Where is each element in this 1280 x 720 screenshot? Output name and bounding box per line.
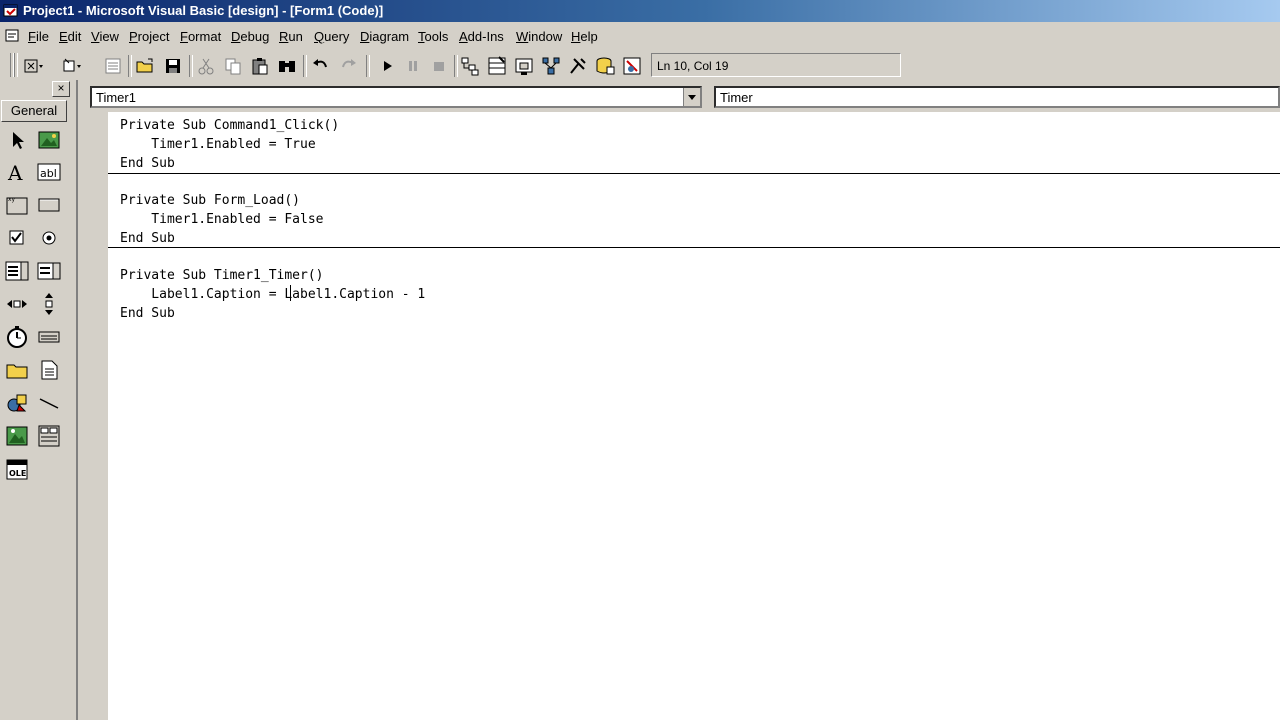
svg-text:abl: abl xyxy=(40,167,57,180)
menu-editor-icon[interactable] xyxy=(102,55,124,77)
svg-text:OLE: OLE xyxy=(9,469,26,478)
checkbox-tool-icon[interactable] xyxy=(5,226,29,250)
open-project-icon[interactable] xyxy=(134,55,156,77)
toolbar-separator xyxy=(128,55,132,77)
title-bar: Project1 - Microsoft Visual Basic [desig… xyxy=(0,0,1280,22)
menu-format[interactable]: Format xyxy=(178,28,223,45)
object-browser-icon[interactable] xyxy=(540,55,562,77)
paste-icon[interactable] xyxy=(249,55,271,77)
object-dropdown[interactable]: Timer1 xyxy=(90,86,702,108)
code-window-icon[interactable] xyxy=(4,28,20,44)
code-margin[interactable] xyxy=(80,112,109,720)
procedure-separator xyxy=(108,173,1280,174)
toolbox-general-tab[interactable]: General xyxy=(1,100,67,122)
menu-add-ins[interactable]: Add-Ins xyxy=(457,28,506,45)
frame-tool-icon[interactable]: xy xyxy=(5,193,29,217)
pointer-tool-icon[interactable] xyxy=(5,128,29,152)
toolbar-separator xyxy=(303,55,307,77)
vscrollbar-tool-icon[interactable] xyxy=(37,292,61,316)
code-line[interactable]: Label1.Caption = Label1.Caption - 1 xyxy=(120,286,425,304)
image-tool-icon[interactable] xyxy=(5,424,29,448)
data-tool-icon[interactable] xyxy=(37,424,61,448)
hscrollbar-tool-icon[interactable] xyxy=(5,292,29,316)
code-line[interactable]: Private Sub Form_Load() xyxy=(120,192,300,210)
toolbar-grip[interactable] xyxy=(14,53,18,77)
chevron-down-icon xyxy=(688,95,696,100)
ole-tool-icon[interactable]: OLE xyxy=(5,457,29,481)
textbox-tool-icon[interactable]: abl xyxy=(37,160,61,184)
code-line[interactable]: Timer1.Enabled = True xyxy=(120,136,315,154)
cut-icon[interactable] xyxy=(195,55,217,77)
properties-window-icon[interactable] xyxy=(486,55,508,77)
code-line[interactable]: End Sub xyxy=(120,305,175,323)
procedure-dropdown-value: Timer xyxy=(720,90,753,105)
commandbutton-tool-icon[interactable] xyxy=(37,193,61,217)
shape-tool-icon[interactable] xyxy=(5,391,29,415)
svg-text:A: A xyxy=(7,161,23,184)
drivelistbox-tool-icon[interactable] xyxy=(37,325,61,349)
code-line[interactable]: Private Sub Timer1_Timer() xyxy=(120,267,324,285)
visual-component-manager-icon[interactable] xyxy=(621,55,643,77)
label-tool-icon[interactable]: A xyxy=(5,160,29,184)
menu-query[interactable]: Query xyxy=(312,28,351,45)
end-icon[interactable] xyxy=(428,55,450,77)
save-project-icon[interactable] xyxy=(162,55,184,77)
text-caret xyxy=(290,285,291,301)
procedure-separator xyxy=(108,247,1280,248)
menu-bar: File Edit View Project Format Debug Run … xyxy=(0,25,1280,47)
menu-run[interactable]: Run xyxy=(277,28,305,45)
menu-tools[interactable]: Tools xyxy=(416,28,450,45)
break-icon[interactable] xyxy=(402,55,424,77)
dirlistbox-tool-icon[interactable] xyxy=(5,358,29,382)
undo-icon[interactable] xyxy=(310,55,332,77)
optionbutton-tool-icon[interactable] xyxy=(37,226,61,250)
menu-view[interactable]: View xyxy=(89,28,121,45)
code-line[interactable]: End Sub xyxy=(120,155,175,173)
toolbar-separator xyxy=(366,55,370,77)
redo-icon[interactable] xyxy=(337,55,359,77)
svg-text:xy: xy xyxy=(8,196,16,203)
line-tool-icon[interactable] xyxy=(37,391,61,415)
toolbox-close-button[interactable]: × xyxy=(52,81,70,97)
data-view-icon[interactable] xyxy=(594,55,616,77)
cursor-position-readout: Ln 10, Col 19 xyxy=(651,53,901,77)
code-line[interactable]: End Sub xyxy=(120,230,175,248)
code-line[interactable]: Private Sub Command1_Click() xyxy=(120,117,339,135)
combobox-tool-icon[interactable] xyxy=(5,259,29,283)
menu-window[interactable]: Window xyxy=(514,28,564,45)
form-layout-icon[interactable] xyxy=(513,55,535,77)
procedure-dropdown[interactable]: Timer xyxy=(714,86,1280,108)
menu-edit[interactable]: Edit xyxy=(57,28,83,45)
menu-file[interactable]: File xyxy=(26,28,51,45)
menu-help[interactable]: Help xyxy=(569,28,600,45)
object-dropdown-button[interactable] xyxy=(683,88,700,106)
window-title: Project1 - Microsoft Visual Basic [desig… xyxy=(23,3,384,18)
code-line[interactable]: Timer1.Enabled = False xyxy=(120,211,323,229)
project-explorer-icon[interactable] xyxy=(459,55,481,77)
timer-tool-icon[interactable] xyxy=(5,325,29,349)
filelistbox-tool-icon[interactable] xyxy=(37,358,61,382)
toolbar-separator xyxy=(454,55,458,77)
toolbox-icon[interactable] xyxy=(567,55,589,77)
add-project-icon[interactable] xyxy=(22,55,44,77)
start-icon[interactable] xyxy=(376,55,398,77)
picturebox-tool-icon[interactable] xyxy=(37,128,61,152)
menu-diagram[interactable]: Diagram xyxy=(358,28,411,45)
add-form-icon[interactable] xyxy=(60,55,82,77)
find-icon[interactable] xyxy=(276,55,298,77)
listbox-tool-icon[interactable] xyxy=(37,259,61,283)
vb-app-icon[interactable] xyxy=(3,3,19,19)
copy-icon[interactable] xyxy=(222,55,244,77)
menu-debug[interactable]: Debug xyxy=(229,28,271,45)
menu-project[interactable]: Project xyxy=(127,28,171,45)
object-dropdown-value: Timer1 xyxy=(96,90,136,105)
toolbar-separator xyxy=(189,55,193,77)
